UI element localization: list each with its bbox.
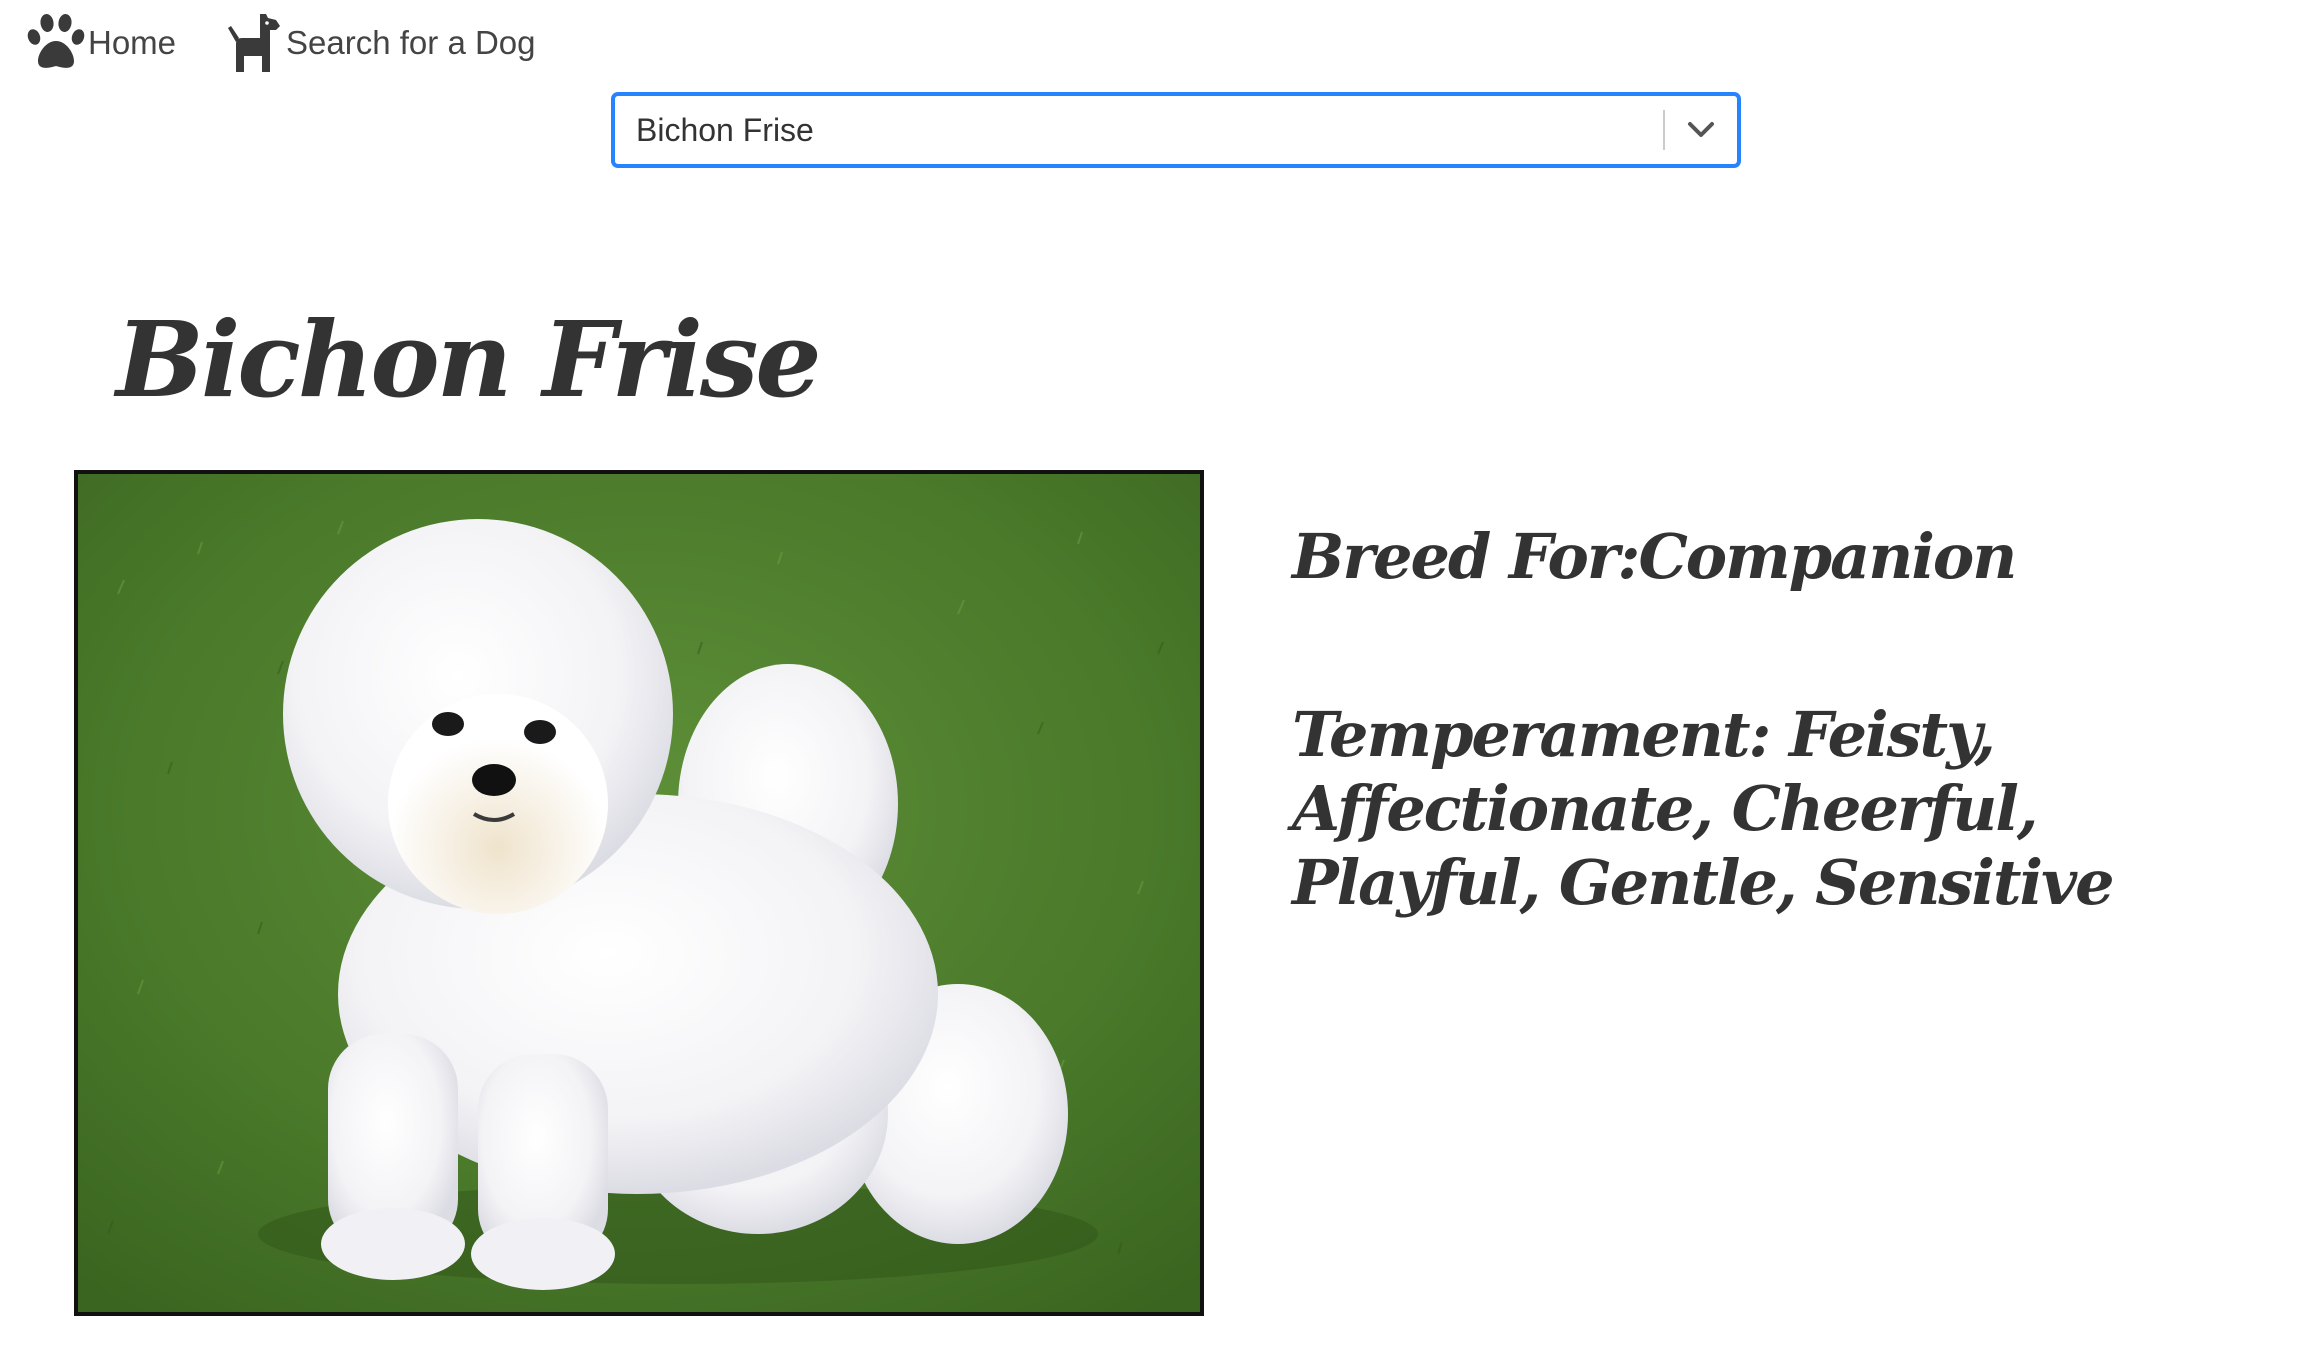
dog-photo [74, 470, 1204, 1316]
bred-for-label: Breed For: [1292, 520, 1640, 593]
nav-home-link[interactable]: Home [24, 10, 176, 76]
temperament-line: Temperament: Feisty, Affectionate, Cheer… [1292, 698, 2292, 920]
breed-select[interactable]: Bichon Frise [612, 93, 1740, 167]
breed-detail-page: Home Search for a Dog Bichon Frise Bicho… [0, 0, 2306, 1352]
temperament-label: Temperament: [1292, 698, 1789, 771]
paw-icon [24, 11, 88, 75]
dog-icon [220, 10, 286, 76]
top-nav: Home Search for a Dog [24, 10, 536, 76]
bred-for-value: Companion [1638, 520, 2017, 593]
breed-info: Breed For:Companion Temperament: Feisty,… [1292, 520, 2292, 920]
bred-for-line: Breed For:Companion [1292, 520, 2292, 594]
nav-search-link[interactable]: Search for a Dog [220, 10, 536, 76]
breed-title: Bichon Frise [116, 298, 822, 421]
nav-home-label: Home [88, 24, 177, 61]
chevron-down-icon[interactable] [1665, 96, 1737, 164]
breed-select-value: Bichon Frise [636, 111, 814, 148]
nav-search-label: Search for a Dog [286, 24, 536, 61]
